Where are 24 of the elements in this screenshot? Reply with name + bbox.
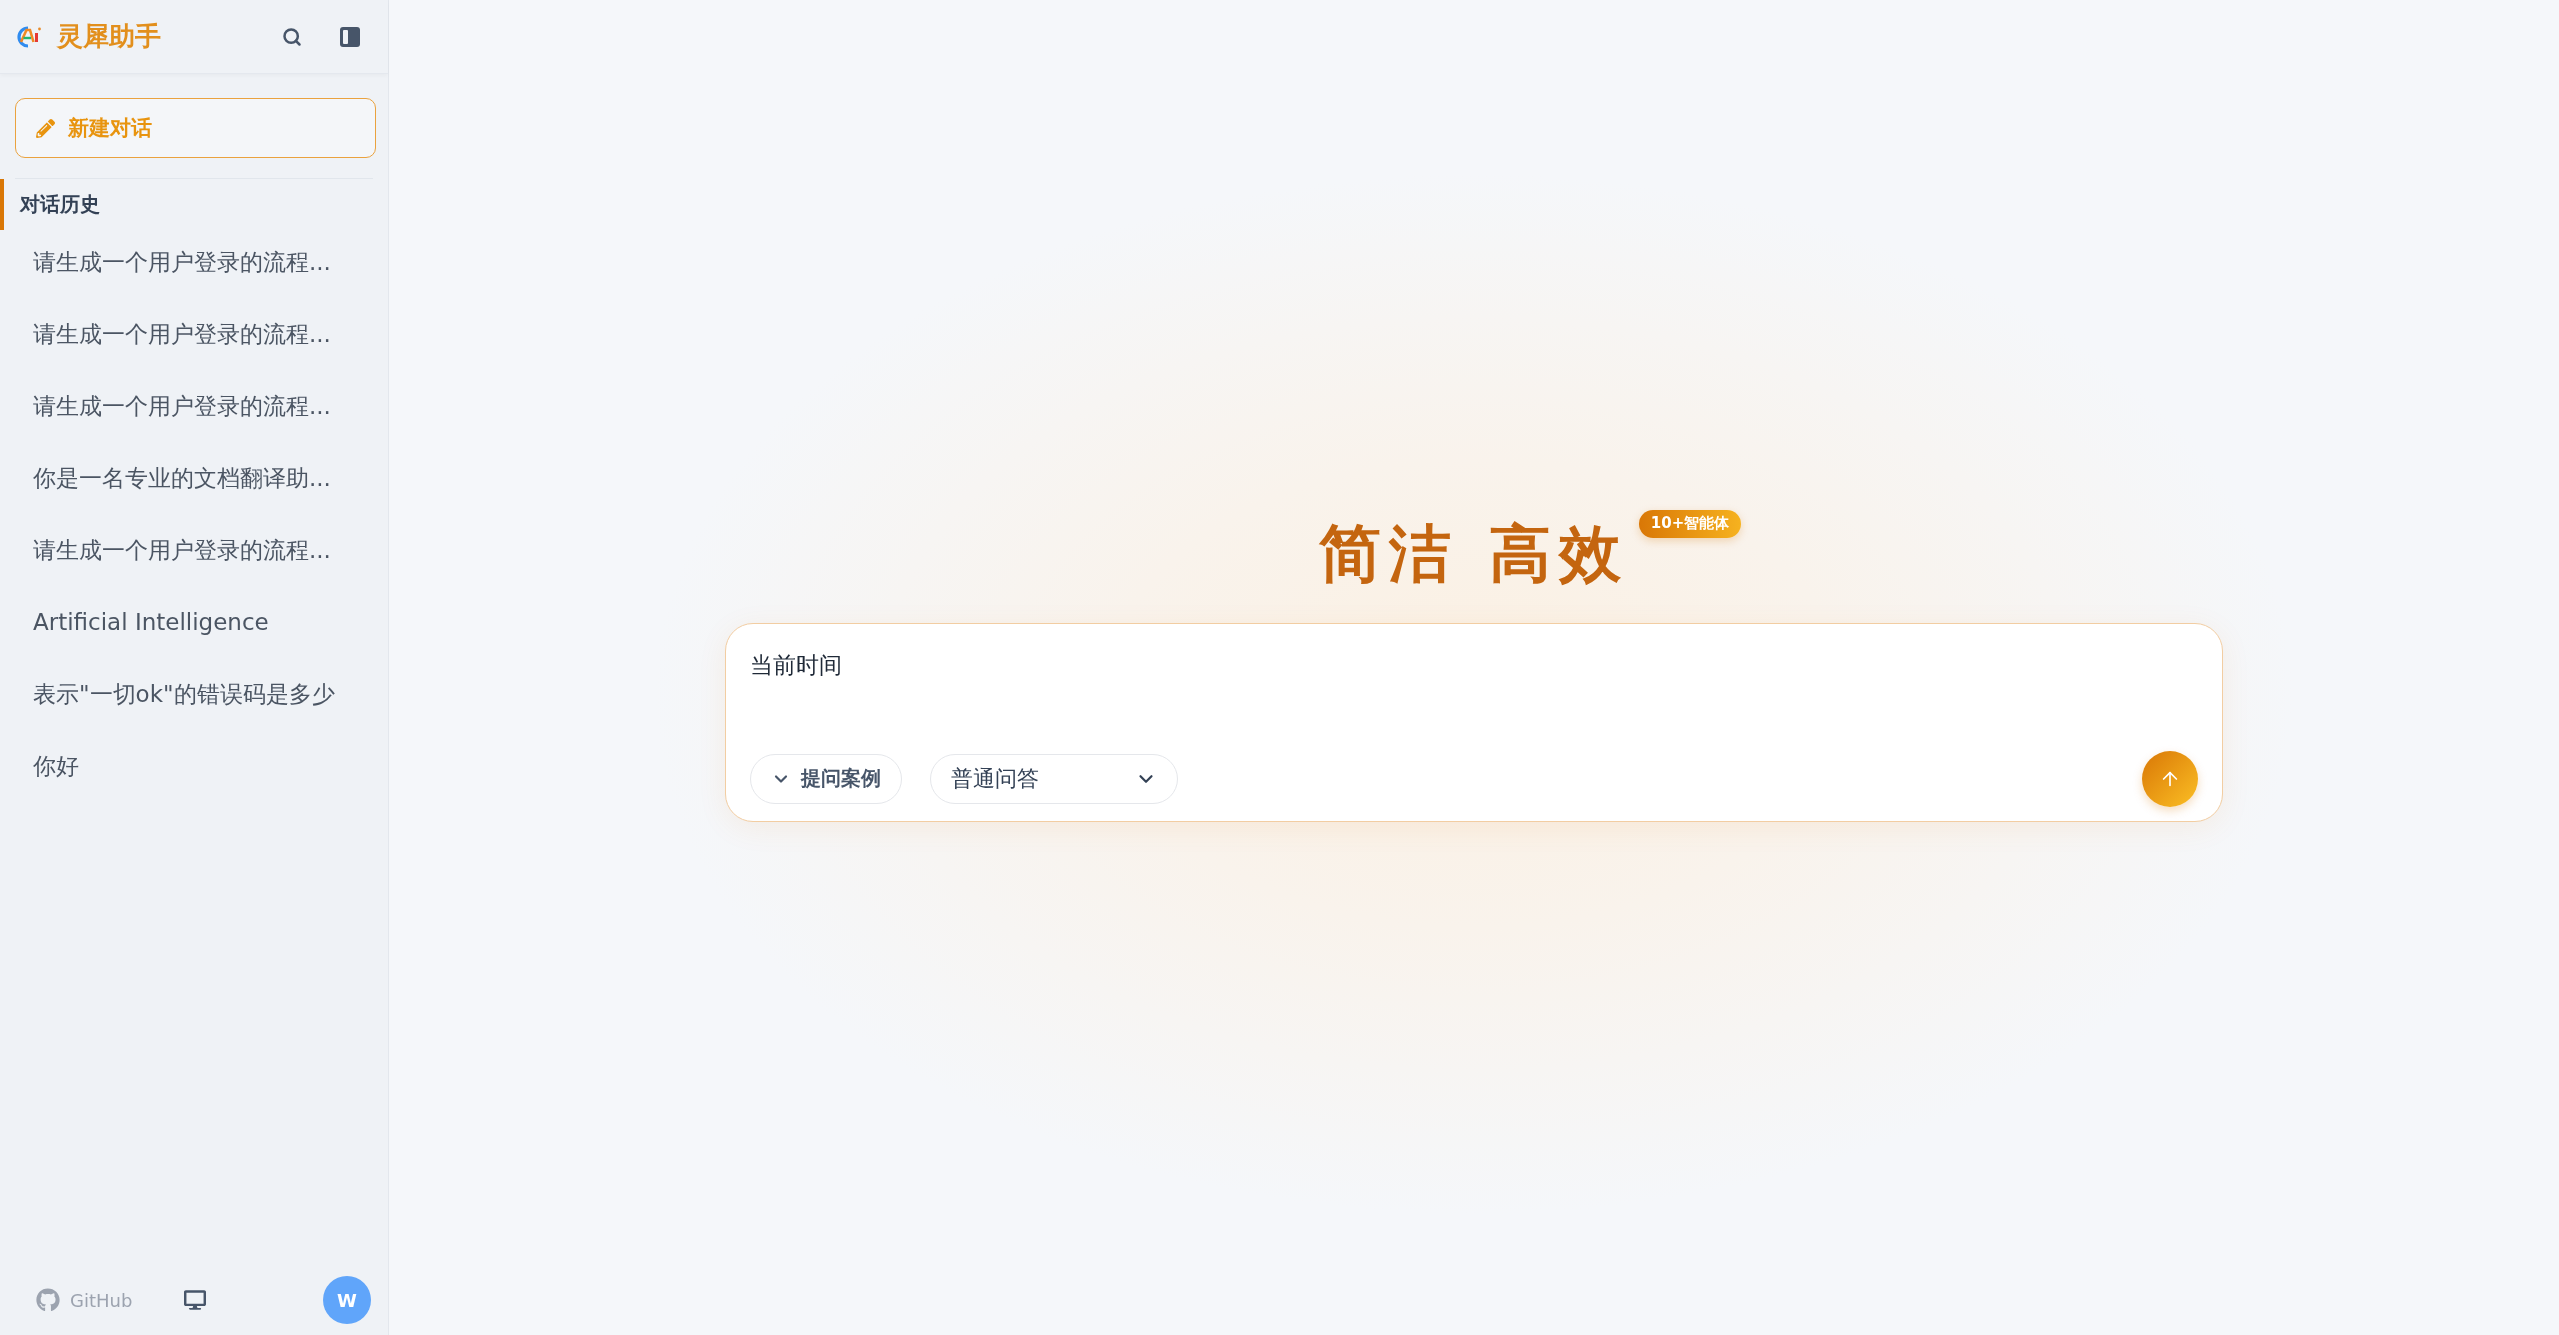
examples-button[interactable]: 提问案例	[750, 753, 902, 804]
history-item[interactable]: 你好	[0, 730, 388, 802]
hero-title: 简洁 高效	[1319, 515, 1629, 592]
history-item[interactable]: 请生成一个用户登录的流程...	[0, 370, 388, 442]
history-item[interactable]: 你是一名专业的文档翻译助...	[0, 442, 388, 514]
message-composer[interactable]: 当前时间 提问案例 普通问答	[725, 622, 2223, 822]
send-button[interactable]	[2142, 750, 2198, 807]
toggle-sidebar-button[interactable]	[340, 26, 360, 47]
panel-icon	[340, 26, 360, 47]
search-button[interactable]	[282, 26, 302, 47]
agents-badge: 10+智能体	[1638, 509, 1742, 538]
mode-select[interactable]: 普通问答	[930, 753, 1178, 804]
monitor-icon	[184, 1289, 207, 1311]
history-item[interactable]: 表示"一切ok"的错误码是多少	[0, 658, 388, 730]
history-item[interactable]: 请生成一个用户登录的流程...	[0, 514, 388, 586]
history-item[interactable]: Artificial Intelligence	[0, 586, 388, 658]
search-icon	[282, 26, 302, 47]
github-icon	[36, 1288, 60, 1312]
pencil-icon	[36, 118, 55, 138]
message-input[interactable]: 当前时间	[750, 647, 2198, 751]
history-item[interactable]: 请生成一个用户登录的流程...	[0, 298, 388, 370]
logo-icon	[17, 25, 42, 48]
app-title: 灵犀助手	[57, 20, 161, 53]
monitor-button[interactable]	[184, 1289, 207, 1311]
